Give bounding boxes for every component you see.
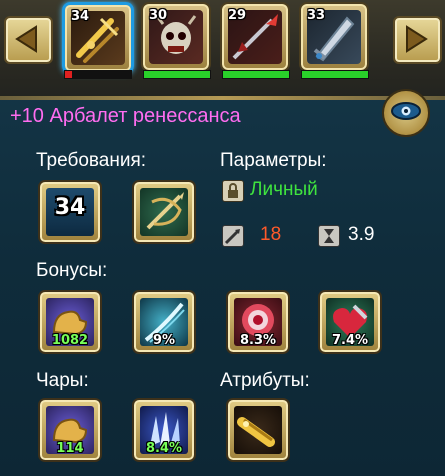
required-level-slot: 34: [38, 180, 102, 244]
durability-fill: [223, 71, 289, 78]
enchant-slot-strength: 114: [38, 398, 102, 462]
carousel-item-4[interactable]: 33: [299, 2, 369, 72]
lock-icon: [222, 180, 244, 202]
item-level-label: 33: [307, 8, 326, 23]
next-item-button[interactable]: [393, 16, 442, 64]
carousel-item-1[interactable]: 34: [62, 2, 134, 74]
arrow-right-icon: [406, 25, 428, 53]
durability-fill: [302, 71, 368, 78]
bonus-value: 7.4%: [331, 333, 369, 348]
eye-icon: [391, 102, 421, 120]
requirements-heading: Требования:: [36, 150, 147, 171]
bonus-slot-strength: 1082: [38, 290, 102, 354]
item-level-label: 34: [71, 9, 90, 24]
crossbow-class-icon: [140, 188, 188, 236]
bonus-slot-vampirism: 7.4%: [318, 290, 382, 354]
hourglass-icon: [318, 225, 340, 247]
preview-button[interactable]: [382, 89, 430, 137]
attack-speed-value: 3.9: [348, 224, 375, 245]
enchant-value: 8.4%: [145, 441, 183, 456]
item-durability-bar: [222, 70, 290, 79]
attribute-slot: [226, 398, 290, 462]
bonus-value: 9%: [152, 333, 176, 348]
previous-item-button[interactable]: [4, 16, 53, 64]
required-level-value: 34: [54, 195, 86, 220]
parameters-heading: Параметры:: [220, 150, 327, 171]
attributes-heading: Атрибуты:: [220, 370, 310, 391]
carousel-item-3[interactable]: 29: [220, 2, 290, 72]
durability-fill: [144, 71, 210, 78]
item-level-label: 30: [149, 8, 168, 23]
item-level-label: 29: [228, 8, 247, 23]
binding-status: Личный: [250, 179, 318, 200]
damage-value: 18: [260, 224, 282, 245]
enchant-slot-ice: 8.4%: [132, 398, 196, 462]
item-info-screen: 34 30 29 33 +10 Арбалет ренессанса Требо…: [0, 0, 445, 476]
enchant-value: 114: [56, 441, 84, 456]
item-durability-bar: [64, 70, 132, 79]
item-durability-bar: [301, 70, 369, 79]
golden-cannon-icon: [234, 406, 282, 454]
bonus-slot-attack: 9%: [132, 290, 196, 354]
enchants-heading: Чары:: [36, 370, 89, 391]
bonus-value: 8.3%: [239, 333, 277, 348]
bonus-value: 1082: [51, 333, 89, 348]
item-title: +10 Арбалет ренессанса: [10, 105, 241, 127]
damage-icon: [222, 225, 244, 247]
durability-fill: [65, 71, 72, 78]
carousel-item-2[interactable]: 30: [141, 2, 211, 72]
bonus-slot-critical: 8.3%: [226, 290, 290, 354]
arrow-left-icon: [15, 25, 37, 53]
item-durability-bar: [143, 70, 211, 79]
bonuses-heading: Бонусы:: [36, 260, 108, 281]
required-class-slot: [132, 180, 196, 244]
